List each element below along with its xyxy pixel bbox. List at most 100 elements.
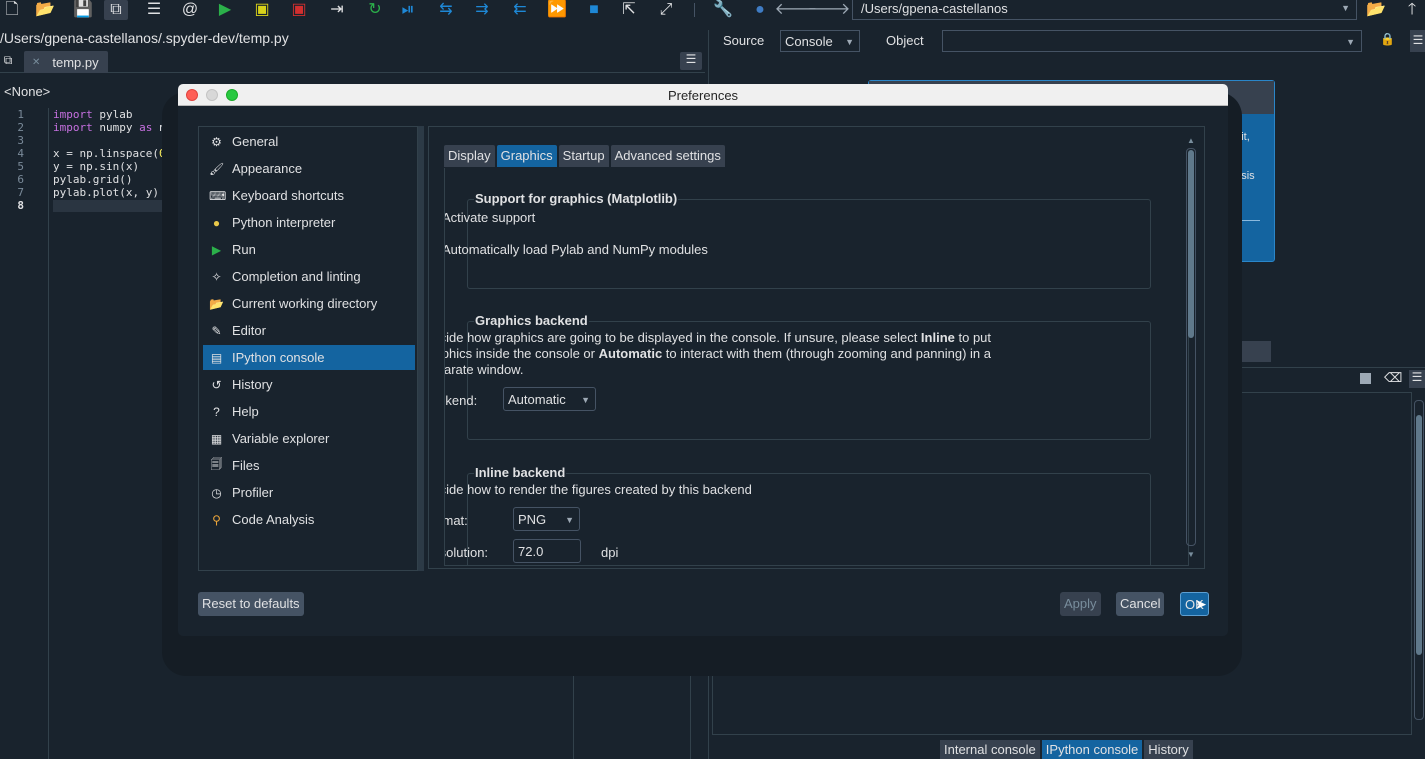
browse-tabs-icon[interactable]: ⧉ [0,53,16,71]
section-files[interactable]: 🗐 Files [203,453,415,478]
section-editor[interactable]: ✎ Editor [203,318,415,343]
completion-icon: ✧ [211,269,222,284]
inline-description: Decide how to render the figures created… [444,482,752,497]
section-history[interactable]: ↺ History [203,372,415,397]
page-scrollbar[interactable]: ▲ ▼ [1184,134,1198,561]
section-variable-explorer[interactable]: ▦ Variable explorer [203,426,415,451]
section-run[interactable]: ▶ Run [203,237,415,262]
tab-graphics[interactable]: Graphics [496,145,557,167]
graphics-tab-content: Support for graphics (Matplotlib) Activa… [444,168,1189,566]
section-completion-linting[interactable]: ✧ Completion and linting [203,264,415,289]
browse-folder-icon[interactable]: 📂 [1364,0,1388,20]
forward-arrow-icon[interactable]: 🡒 [808,0,851,20]
code-editor[interactable]: 1 2 3 4 5 6 7 8 import pylab import nump… [0,108,178,759]
apply-button[interactable]: Apply [1060,592,1101,616]
stop-icon[interactable] [1360,373,1371,384]
section-keyboard-shortcuts[interactable]: ⌨ Keyboard shortcuts [203,183,415,208]
format-label: Format: [444,513,468,528]
save-file-icon[interactable]: 💾 [71,0,95,20]
working-directory-combo[interactable]: /Users/gpena-castellanos ▼ [852,0,1357,20]
tab-advanced-settings[interactable]: Advanced settings [610,145,725,167]
outline-icon[interactable]: ☰ [142,0,166,20]
console-options-menu-icon[interactable]: ☰ [1409,370,1425,388]
scroll-down-icon[interactable]: ▼ [1187,550,1195,559]
parent-dir-arrow-icon[interactable]: 🡑 [1400,0,1424,20]
group-title: Support for graphics (Matplotlib) [474,191,679,206]
scrollbar-thumb[interactable] [1188,150,1194,338]
section-appearance[interactable]: 🖌 Appearance [203,156,415,181]
open-file-icon[interactable]: 📂 [33,0,57,20]
section-ipython-console[interactable]: ▤ IPython console [203,345,415,370]
run-cell-advance-icon[interactable]: ▣ [287,0,311,20]
preferences-section-list[interactable]: ⚙ General 🖌 Appearance ⌨ Keyboard shortcuts… [198,126,418,571]
python-icon: ● [212,215,221,230]
back-arrow-icon[interactable]: 🡐 [775,0,818,20]
continue-icon[interactable]: ⏩ [545,0,569,20]
line-number: 1 [17,108,24,121]
eraser-icon[interactable]: ⌫ [1384,370,1402,386]
at-icon[interactable]: @ [178,0,202,20]
section-help[interactable]: ? Help [203,399,415,424]
section-code-analysis[interactable]: ⚲ Code Analysis [203,507,415,532]
scroll-up-icon[interactable]: ▲ [1187,136,1195,145]
history-icon: ↺ [211,377,222,392]
python-path-icon[interactable]: ● [748,0,772,20]
fullscreen-icon[interactable]: ⤢ [654,0,678,20]
new-file-icon[interactable]: 🗋 [0,0,24,20]
rerun-icon[interactable]: ↻ [363,0,387,20]
run-cell-icon[interactable]: ▣ [250,0,274,20]
group-title: Inline backend [474,465,567,480]
tab-internal-console[interactable]: Internal console [940,740,1040,759]
table-icon: ▦ [210,431,223,446]
tab-ipython-console[interactable]: IPython console [1041,740,1143,759]
zoom-window-button[interactable] [226,89,238,101]
backend-select[interactable]: Automatic ▼ [503,387,596,411]
preferences-wrench-icon[interactable]: 🔧 [711,0,735,20]
list-splitter[interactable] [418,126,424,571]
chevron-down-icon: ▼ [565,515,574,525]
run-icon[interactable]: ▶ [213,0,237,20]
dialog-title-bar[interactable]: Preferences [178,84,1228,106]
line-number: 4 [17,147,24,160]
resolution-spinbox[interactable]: 72.0 [513,539,581,563]
help-options-menu-icon[interactable]: ☰ [1410,30,1425,52]
stop-debug-icon[interactable]: ■ [582,0,606,20]
run-selection-icon[interactable]: ⇥ [325,0,349,20]
code-line: y = np.sin(x) [53,160,140,173]
console-scrollbar[interactable] [1414,400,1424,720]
lock-icon[interactable]: 🔒 [1380,32,1395,46]
help-source-combo[interactable]: Console ▼ [780,30,860,52]
resolution-unit: dpi [601,545,619,560]
edit-icon: ✎ [211,323,222,338]
maximize-pane-icon[interactable]: ⇱ [617,0,641,20]
editor-tab-temp[interactable]: ✕ temp.py [24,51,108,73]
code-analysis-icon: ⚲ [212,512,221,527]
section-general[interactable]: ⚙ General [203,129,415,154]
reset-defaults-button[interactable]: Reset to defaults [198,592,304,616]
terminal-icon: ▤ [210,350,223,365]
close-tab-icon[interactable]: ✕ [32,57,40,68]
help-source-label: Source [723,33,765,48]
tab-history[interactable]: History [1144,740,1193,759]
editor-options-menu-icon[interactable]: ☰ [680,52,702,70]
tab-display[interactable]: Display [444,145,495,167]
cancel-button[interactable]: Cancel [1116,592,1165,616]
chevron-down-icon: ▼ [1346,37,1355,47]
close-window-button[interactable] [186,89,198,101]
step-icon[interactable]: ⇆ [434,0,458,20]
format-select[interactable]: PNG ▼ [513,507,580,531]
section-profiler[interactable]: ◷ Profiler [203,480,415,505]
section-python-interpreter[interactable]: ● Python interpreter [203,210,415,235]
debug-icon[interactable]: ⏯ [396,0,420,20]
step-into-icon[interactable]: ⇉ [470,0,494,20]
mouse-cursor-icon: ➤ [1195,596,1207,612]
line-number: 7 [17,186,24,199]
step-return-icon[interactable]: ⇇ [508,0,532,20]
help-object-combo[interactable]: ▼ [942,30,1362,52]
scrollbar-thumb[interactable] [1416,415,1422,655]
tab-startup[interactable]: Startup [558,145,609,167]
section-current-working-directory[interactable]: 📂 Current working directory [203,291,415,316]
backend-description: Decide how graphics are going to be disp… [444,330,992,345]
minimize-window-button[interactable] [206,89,218,101]
save-all-icon[interactable]: ⧉ [104,0,128,20]
